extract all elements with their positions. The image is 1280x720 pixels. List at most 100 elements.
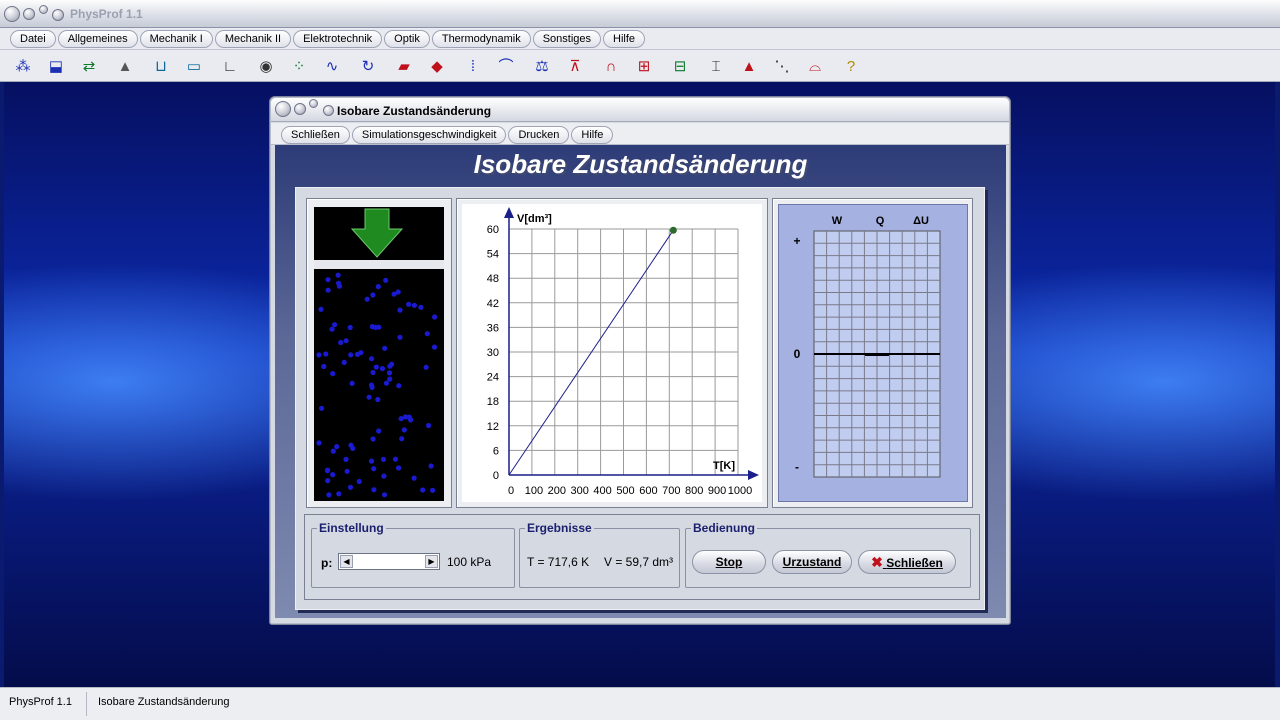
gas-molecule (428, 463, 434, 469)
slope-icon[interactable]: ▲ (114, 55, 136, 77)
atoms-icon[interactable]: ⁂ (12, 55, 34, 77)
y-axis-label: V[dm³] (517, 213, 552, 225)
piston-plate (314, 260, 444, 269)
gas-molecule (347, 484, 354, 490)
menu-mechanik-i[interactable]: Mechanik I (139, 30, 213, 48)
menu-elektrotechnik[interactable]: Elektrotechnik (293, 30, 383, 48)
motor-icon[interactable]: ⊞ (633, 55, 655, 77)
main-menubar: Datei Allgemeines Mechanik I Mechanik II Ele… (0, 28, 1280, 50)
gas-molecule (316, 440, 322, 446)
current-state-point (669, 226, 677, 234)
gas-molecule (379, 366, 385, 372)
gas-molecule (411, 475, 417, 481)
slider-right-arrow-icon[interactable]: ▶ (425, 555, 438, 568)
transistor-icon[interactable]: ⊼ (564, 55, 586, 77)
decay-icon[interactable]: ⋱ (771, 55, 793, 77)
gas-molecule (316, 352, 322, 358)
menu-hilfe[interactable]: Hilfe (603, 30, 646, 48)
close-x-icon: ✖ (871, 554, 883, 570)
gas-molecule (318, 306, 324, 312)
menu-orb[interactable] (52, 9, 64, 21)
lens-icon[interactable]: ⌶ (705, 55, 727, 77)
dots-icon[interactable]: ⁘ (288, 55, 310, 77)
y-tick-label: 12 (487, 421, 499, 433)
cylinder-svg (314, 208, 444, 498)
menu-mechanik-ii[interactable]: Mechanik II (214, 30, 292, 48)
dialog-minimize-button[interactable] (294, 103, 306, 115)
x-tick-label: 200 (548, 485, 566, 497)
gas-molecule (368, 382, 375, 388)
gas-molecule (371, 487, 377, 493)
pressure-slider[interactable]: ◀ ▶ (338, 553, 440, 570)
gas-molecule (338, 339, 344, 346)
exchange-icon[interactable]: ⇄ (78, 55, 100, 77)
einstellung-group: Einstellung p: ◀ ▶ 100 kPa (311, 521, 515, 588)
y-tick-label: 36 (487, 322, 499, 334)
close-window-button[interactable] (4, 6, 20, 22)
x-tick-label: 900 (708, 485, 726, 497)
schliessen-button[interactable]: ✖ Schließen (858, 550, 956, 574)
urzustand-button[interactable]: Urzustand (772, 550, 852, 574)
x-tick-label: 100 (525, 485, 543, 497)
y-tick-label: 60 (487, 224, 499, 236)
gas-molecule (323, 351, 329, 357)
gas-molecule (380, 456, 387, 462)
wave-icon[interactable]: ∿ (321, 55, 343, 77)
gas-molecule (343, 338, 349, 344)
help-icon[interactable]: ? (840, 55, 862, 77)
app-titlebar: PhysProf 1.1 (0, 0, 1280, 28)
menu-thermodynamik[interactable]: Thermodynamik (431, 30, 531, 48)
gas-molecule (391, 291, 397, 297)
resistor-icon[interactable]: ⁞ (462, 55, 484, 77)
gas-molecule (366, 394, 372, 400)
spring-cart-icon[interactable]: ⬓ (45, 55, 67, 77)
maximize-window-button[interactable] (39, 5, 48, 14)
gas-molecule (431, 344, 438, 350)
gas-molecule (344, 468, 350, 474)
dialog-menu-simulationsgeschwindigkeit[interactable]: Simulationsgeschwindigkeit (351, 126, 507, 144)
minimize-window-button[interactable] (23, 8, 35, 20)
dialog-menu-hilfe[interactable]: Hilfe (571, 126, 614, 144)
gas-molecule (424, 331, 430, 337)
magnet-icon[interactable]: ▰ (393, 55, 415, 77)
balance-icon[interactable]: ⚖ (531, 55, 553, 77)
menu-allgemeines[interactable]: Allgemeines (57, 30, 138, 48)
dialog-menu-orb[interactable] (323, 105, 334, 116)
gas-molecule (397, 307, 403, 313)
menu-sonstiges[interactable]: Sonstiges (532, 30, 602, 48)
spectrum-icon[interactable]: ⌓ (804, 55, 826, 77)
eye-icon[interactable]: ◉ (255, 55, 277, 77)
prism-icon[interactable]: ▲ (738, 55, 760, 77)
slider-left-arrow-icon[interactable]: ◀ (340, 555, 353, 568)
y-tick-label: 54 (487, 249, 499, 261)
diamond-icon[interactable]: ◆ (426, 55, 448, 77)
menu-optik[interactable]: Optik (384, 30, 430, 48)
stop-button[interactable]: Stop (692, 550, 766, 574)
gas-molecule (369, 356, 375, 362)
energy-plus-label: + (793, 234, 800, 248)
rotation-icon[interactable]: ↻ (357, 55, 379, 77)
dialog-maximize-button[interactable] (309, 99, 318, 108)
coil-icon[interactable]: ⊟ (669, 55, 691, 77)
dialog-menu-drucken[interactable]: Drucken (508, 126, 570, 144)
horseshoe-magnet-icon[interactable]: ∩ (600, 55, 622, 77)
scale-icon[interactable]: ⊔ (150, 55, 172, 77)
x-tick-label: 700 (662, 485, 680, 497)
dialog-heading: Isobare Zustandsänderung (473, 149, 808, 179)
q-bar (865, 353, 889, 356)
slider-thumb[interactable] (354, 555, 425, 568)
menu-datei[interactable]: Datei (10, 30, 56, 48)
axes-icon[interactable]: ∟ (219, 55, 241, 77)
energy-panel: W Q ΔU + 0 - (778, 204, 968, 502)
dialog-menu-schließen[interactable]: Schließen (281, 126, 350, 144)
energy-col-w: W (832, 215, 843, 227)
curve-icon[interactable]: ⌒ (495, 55, 517, 77)
pipe-icon[interactable]: ▭ (183, 55, 205, 77)
gas-molecule (373, 364, 379, 370)
v-t-chart: 061218243036424854600 100 200 300 400 500 600 7… (487, 207, 759, 497)
y-tick-label: 42 (487, 298, 499, 310)
statusbar: PhysProf 1.1 Isobare Zustandsänderung (0, 687, 1280, 720)
dialog-close-button[interactable] (275, 101, 291, 117)
status-divider (86, 692, 87, 716)
gas-molecule (319, 405, 325, 411)
